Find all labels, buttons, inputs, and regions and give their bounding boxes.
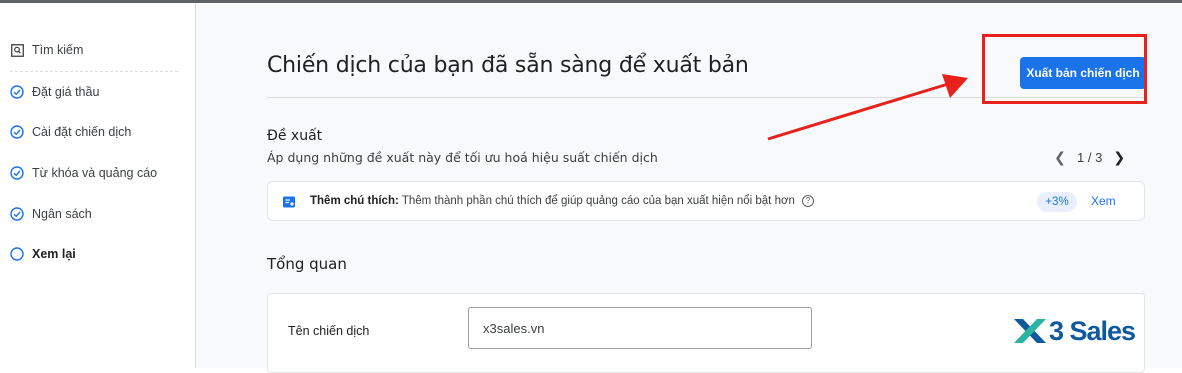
sidebar-item-label: Xem lại bbox=[32, 247, 76, 261]
sidebar-item-label: Tìm kiếm bbox=[32, 43, 84, 57]
search-box-icon bbox=[10, 43, 24, 57]
check-circle-icon bbox=[10, 166, 24, 180]
sidebar-item-label: Đặt giá thầu bbox=[32, 85, 100, 99]
sidebar-divider bbox=[10, 71, 178, 72]
sidebar-item-label: Ngân sách bbox=[32, 207, 92, 221]
chevron-right-icon[interactable]: ❯ bbox=[1112, 149, 1126, 166]
check-circle-icon bbox=[10, 85, 24, 99]
recommendation-label: Thêm chú thích: bbox=[310, 195, 399, 208]
overview-title: Tổng quan bbox=[267, 255, 347, 273]
empty-circle-icon bbox=[10, 247, 24, 261]
sidebar-item-label: Từ khóa và quảng cáo bbox=[32, 166, 158, 180]
view-recommendation-link[interactable]: Xem bbox=[1091, 194, 1116, 208]
campaign-name-label: Tên chiến dịch bbox=[288, 324, 370, 338]
callout-extension-icon bbox=[283, 196, 295, 208]
pager-count: 1 / 3 bbox=[1077, 150, 1103, 165]
recommendation-card: Thêm chú thích: Thêm thành phần chú thíc… bbox=[267, 181, 1145, 221]
sidebar-item-bidding[interactable]: Đặt giá thầu bbox=[10, 82, 99, 102]
chevron-left-icon[interactable]: ❮ bbox=[1053, 149, 1067, 166]
recommendations-title: Đề xuất bbox=[267, 128, 323, 144]
check-circle-icon bbox=[10, 125, 24, 139]
sidebar-item-budget[interactable]: Ngân sách bbox=[10, 204, 92, 224]
improvement-badge: +3% bbox=[1037, 192, 1077, 212]
logo-text: 3 Sales bbox=[1049, 315, 1136, 346]
campaign-name-input[interactable] bbox=[468, 307, 812, 349]
recommendations-pager: ❮ 1 / 3 ❯ bbox=[1053, 149, 1126, 166]
sidebar-item-keywords-ads[interactable]: Từ khóa và quảng cáo bbox=[10, 163, 157, 183]
sidebar-item-label: Cài đặt chiến dịch bbox=[32, 125, 132, 139]
sidebar: Tìm kiếm Đặt giá thầu Cài đặt chiến dịch… bbox=[0, 3, 196, 368]
annotation-arrow-icon bbox=[767, 74, 968, 141]
recommendation-description: Thêm thành phần chú thích để giúp quảng … bbox=[401, 195, 795, 208]
check-circle-icon bbox=[10, 207, 24, 221]
sidebar-item-review[interactable]: Xem lại bbox=[10, 244, 76, 264]
recommendations-subtitle: Áp dụng những đề xuất này để tối ưu hoá … bbox=[267, 150, 658, 165]
sidebar-item-search[interactable]: Tìm kiếm bbox=[10, 40, 83, 60]
sidebar-item-campaign-settings[interactable]: Cài đặt chiến dịch bbox=[10, 122, 131, 142]
annotation-highlight-box bbox=[982, 34, 1147, 104]
help-icon[interactable]: ? bbox=[802, 195, 815, 207]
recommendation-text: Thêm chú thích: Thêm thành phần chú thíc… bbox=[310, 195, 815, 208]
x3sales-logo-mark-icon bbox=[1014, 319, 1046, 343]
page-title: Chiến dịch của bạn đã sẵn sàng để xuất b… bbox=[267, 53, 749, 78]
x3sales-logo: 3 Sales bbox=[1012, 313, 1136, 349]
